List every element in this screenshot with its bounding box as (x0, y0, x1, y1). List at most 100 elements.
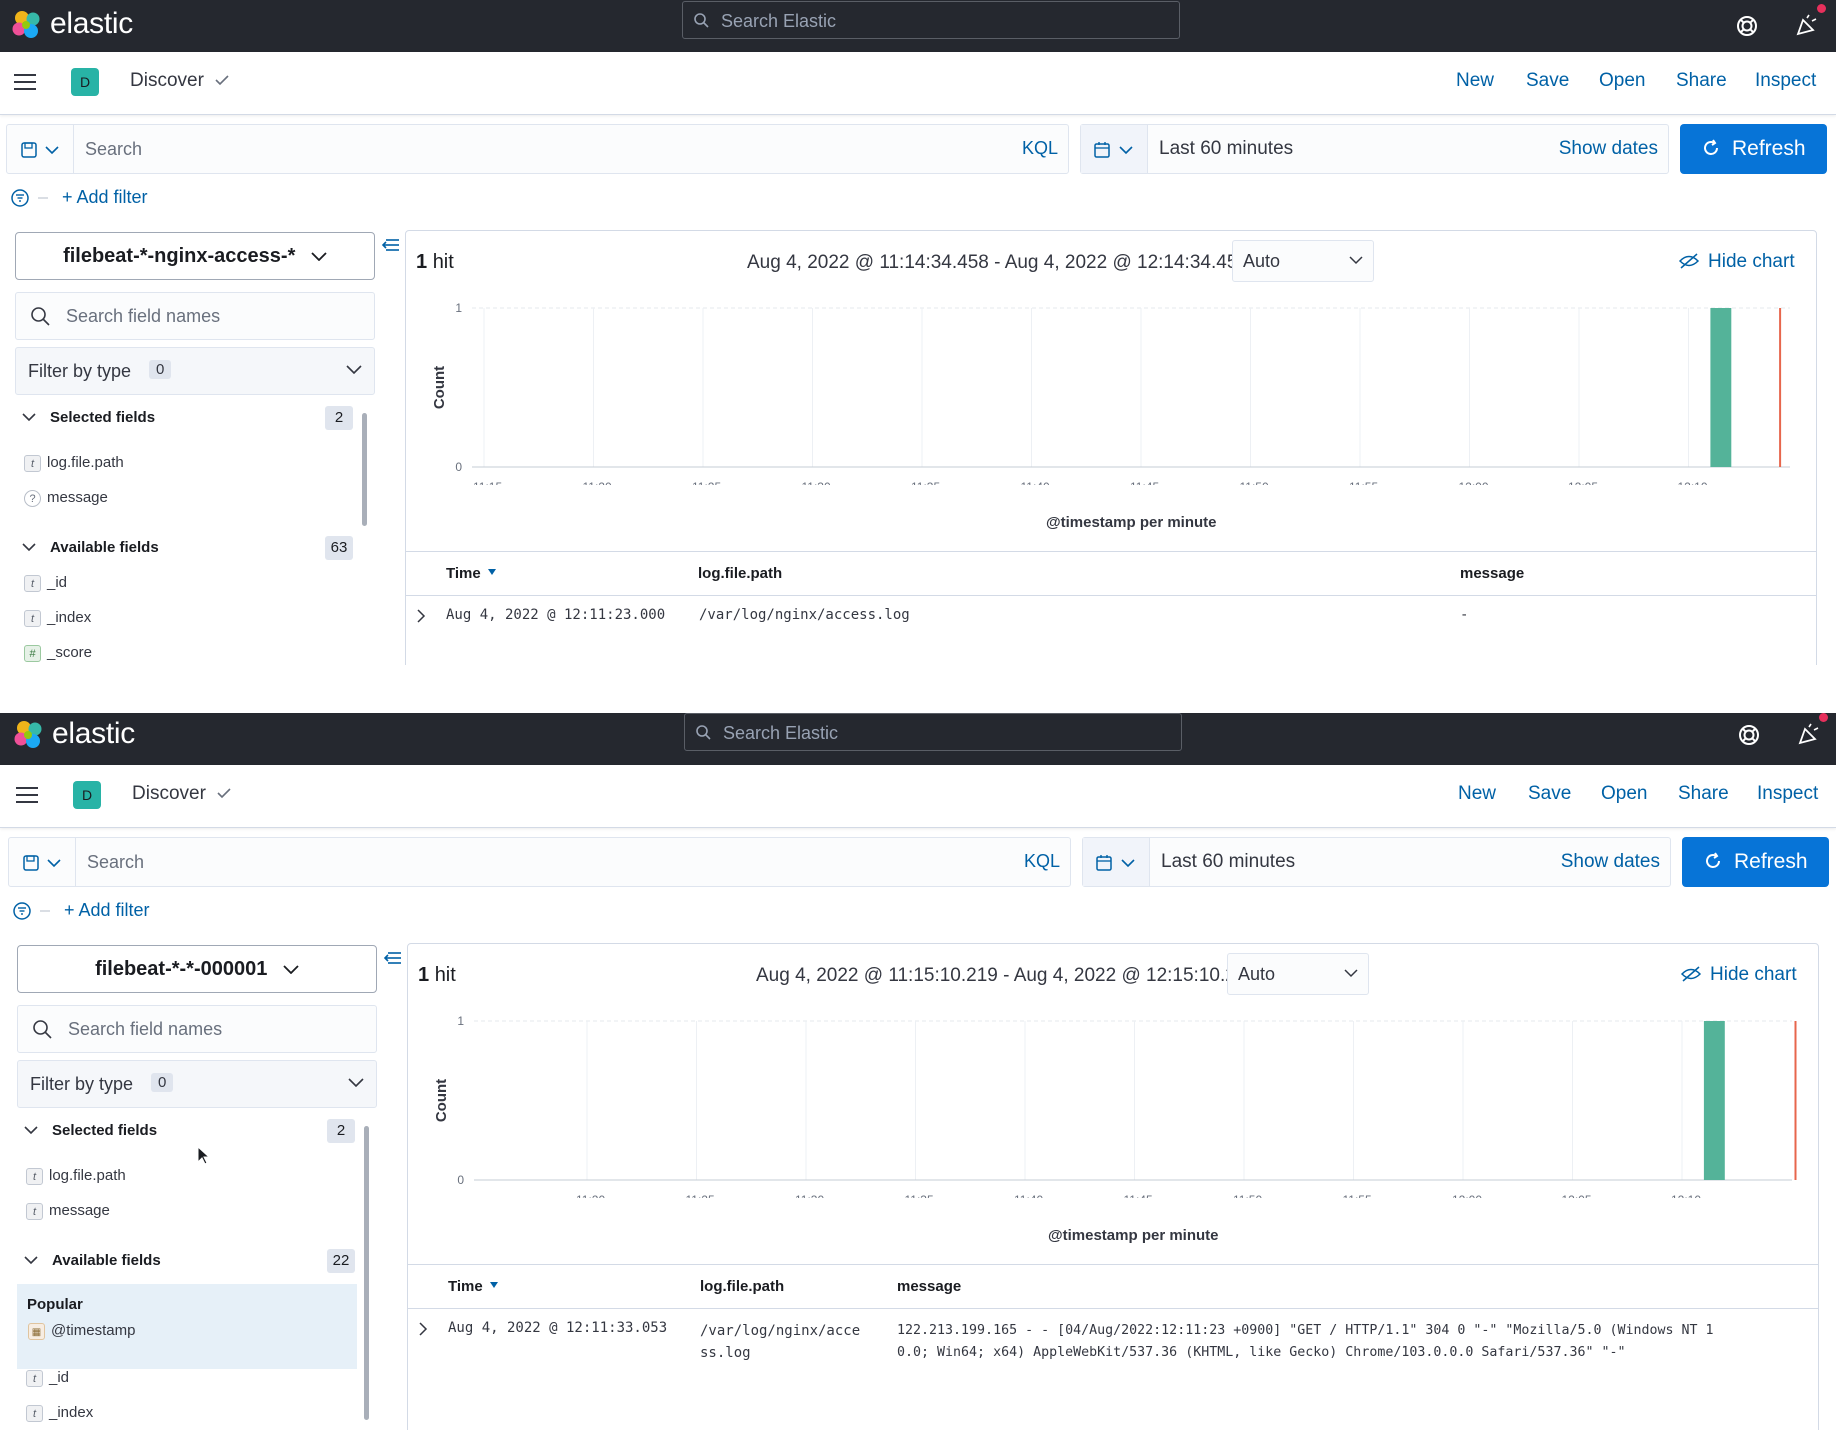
inspect-button[interactable]: Inspect (1755, 70, 1816, 92)
date-picker[interactable]: Last 60 minutes Show dates (1082, 837, 1671, 887)
quick-menu-button[interactable] (1083, 838, 1150, 886)
field-item[interactable]: ? message (24, 489, 108, 511)
app-bar: D Discover New Save Open Share Inspect (0, 52, 1836, 115)
column-header-time[interactable]: Time (446, 565, 497, 582)
new-button[interactable]: New (1456, 70, 1494, 92)
global-search-input[interactable]: Search Elastic (682, 1, 1180, 39)
hide-chart-button[interactable]: Hide chart (1680, 964, 1797, 986)
cell-message: 122.213.199.165 - - [04/Aug/2022:12:11:2… (897, 1320, 1714, 1364)
y-tick-label: 0 (457, 1173, 464, 1187)
chevron-down-icon (346, 365, 362, 374)
share-button[interactable]: Share (1678, 783, 1729, 805)
query-input[interactable]: Search KQL (8, 837, 1071, 887)
column-header-message[interactable]: message (897, 1278, 961, 1295)
elastic-logo-icon[interactable] (12, 719, 46, 753)
show-dates-button[interactable]: Show dates (1561, 851, 1660, 873)
field-item[interactable]: t log.file.path (26, 1167, 126, 1189)
brand-name[interactable]: elastic (50, 7, 133, 41)
string-type-icon: t (26, 1369, 43, 1387)
sidebar-scrollbar[interactable] (362, 413, 367, 526)
help-icon[interactable] (1733, 12, 1761, 40)
refresh-button[interactable]: Refresh (1682, 837, 1829, 887)
query-input[interactable]: Search KQL (6, 124, 1069, 174)
interval-select[interactable]: Auto (1227, 953, 1369, 995)
collapse-sidebar-icon[interactable] (380, 236, 400, 254)
kql-toggle-button[interactable]: KQL (1022, 138, 1058, 159)
chevron-down-icon (24, 1126, 38, 1135)
save-button[interactable]: Save (1528, 783, 1571, 805)
index-pattern-selector[interactable]: filebeat-*-*-000001 (17, 945, 377, 993)
filter-options-icon[interactable] (10, 187, 50, 209)
y-tick-label: 1 (457, 1014, 464, 1028)
show-dates-button[interactable]: Show dates (1559, 138, 1658, 160)
field-item[interactable]: t _id (26, 1369, 69, 1391)
column-header-path[interactable]: log.file.path (698, 565, 782, 582)
x-tick-label: 11:40 (1021, 480, 1050, 485)
calendar-icon (1094, 142, 1110, 158)
field-item[interactable]: t message (26, 1202, 110, 1224)
filter-by-type-button[interactable]: Filter by type 0 (15, 347, 375, 395)
inspect-button[interactable]: Inspect (1757, 783, 1818, 805)
query-placeholder: Search (87, 852, 145, 872)
date-picker[interactable]: Last 60 minutes Show dates (1080, 124, 1669, 174)
save-button[interactable]: Save (1526, 70, 1569, 92)
column-header-message[interactable]: message (1460, 565, 1524, 582)
newsfeed-icon[interactable] (1793, 12, 1821, 40)
notification-dot (1817, 4, 1826, 13)
add-filter-button[interactable]: + Add filter (62, 187, 148, 208)
sort-down-icon[interactable] (489, 1281, 499, 1289)
refresh-button[interactable]: Refresh (1680, 124, 1827, 174)
column-header-time[interactable]: Time (448, 1278, 499, 1295)
elastic-logo-icon[interactable] (10, 9, 44, 43)
field-search-input[interactable]: Search field names (17, 1005, 377, 1053)
menu-toggle-icon[interactable] (14, 74, 36, 90)
add-filter-button[interactable]: + Add filter (64, 900, 150, 921)
filter-by-type-button[interactable]: Filter by type 0 (17, 1060, 377, 1108)
column-header-path[interactable]: log.file.path (700, 1278, 784, 1295)
help-icon[interactable] (1735, 721, 1763, 749)
divider (408, 1308, 1818, 1309)
collapse-sidebar-icon[interactable] (382, 949, 402, 967)
interval-select[interactable]: Auto (1232, 240, 1374, 282)
kql-toggle-button[interactable]: KQL (1024, 851, 1060, 872)
index-pattern-label: filebeat-*-*-000001 (18, 958, 376, 981)
saved-query-button[interactable] (9, 838, 76, 886)
x-tick-label: 11:35 (911, 480, 940, 485)
open-button[interactable]: Open (1601, 783, 1647, 805)
breadcrumb-discover[interactable]: Discover (130, 70, 204, 92)
global-search-placeholder: Search Elastic (721, 11, 837, 31)
space-avatar[interactable]: D (73, 781, 101, 809)
menu-toggle-icon[interactable] (16, 787, 38, 803)
open-button[interactable]: Open (1599, 70, 1645, 92)
field-item[interactable]: t _index (26, 1404, 93, 1426)
field-search-input[interactable]: Search field names (15, 292, 375, 340)
new-button[interactable]: New (1458, 783, 1496, 805)
global-search-placeholder: Search Elastic (723, 723, 839, 743)
time-range-label[interactable]: Last 60 minutes (1161, 851, 1295, 873)
index-pattern-selector[interactable]: filebeat-*-nginx-access-* (15, 232, 375, 280)
hide-chart-button[interactable]: Hide chart (1678, 251, 1795, 273)
chevron-right-icon[interactable] (416, 609, 426, 623)
selected-fields-count: 2 (327, 1119, 355, 1143)
field-name: log.file.path (49, 1167, 126, 1184)
global-search-input[interactable]: Search Elastic (684, 713, 1182, 751)
share-button[interactable]: Share (1676, 70, 1727, 92)
x-tick-label: 11:50 (1233, 1193, 1262, 1198)
field-item[interactable]: t _index (24, 609, 91, 631)
field-item[interactable]: # _score (24, 644, 92, 665)
time-range-label[interactable]: Last 60 minutes (1159, 138, 1293, 160)
brand-name[interactable]: elastic (52, 717, 135, 751)
sort-down-icon[interactable] (487, 568, 497, 576)
breadcrumb-discover[interactable]: Discover (132, 783, 206, 805)
space-avatar[interactable]: D (71, 68, 99, 96)
newsfeed-icon[interactable] (1795, 721, 1823, 749)
chevron-right-icon[interactable] (418, 1322, 428, 1336)
field-item[interactable]: ▦ @timestamp (28, 1322, 135, 1344)
filter-options-icon[interactable] (12, 900, 52, 922)
x-tick-label: 11:35 (905, 1193, 934, 1198)
field-item[interactable]: t log.file.path (24, 454, 124, 476)
quick-menu-button[interactable] (1081, 125, 1148, 173)
saved-query-button[interactable] (7, 125, 74, 173)
sidebar-scrollbar[interactable] (364, 1126, 369, 1420)
field-item[interactable]: t _id (24, 574, 67, 596)
